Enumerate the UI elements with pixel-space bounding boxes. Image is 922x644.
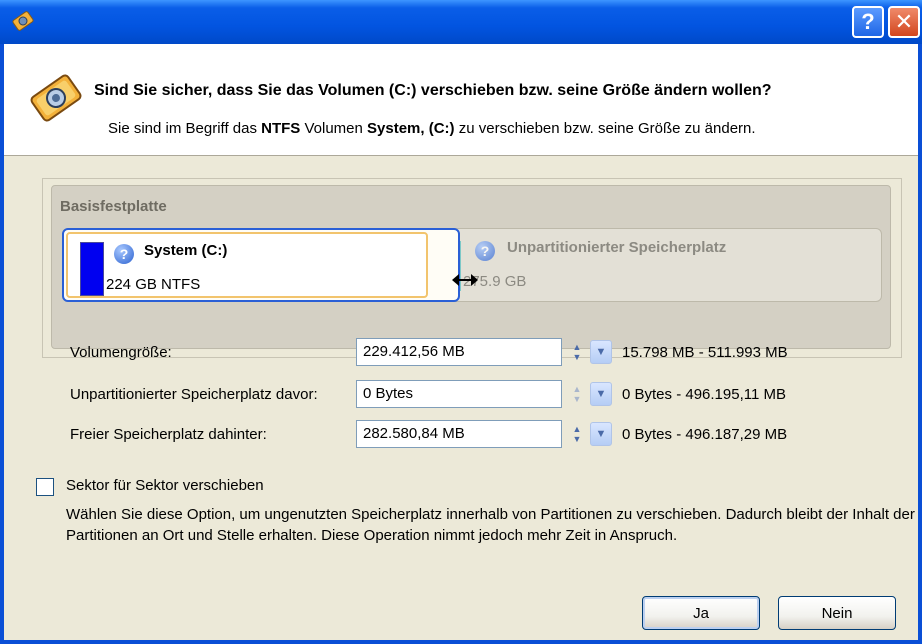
space-before-input[interactable]: 0 Bytes	[356, 380, 562, 408]
field-volume-size: Volumengröße: 229.412,56 MB ▲ ▼ ▼ 15.798 …	[70, 338, 890, 368]
field-label: Freier Speicherplatz dahinter:	[70, 426, 267, 443]
system-usage-bar	[80, 242, 104, 296]
chevron-down-icon[interactable]: ▼	[590, 422, 612, 446]
basic-disk-group: Basisfestplatte ? Unpartitionierter Spei…	[51, 185, 891, 349]
no-button[interactable]: Nein	[778, 596, 896, 630]
dialog-client: Sind Sie sicher, dass Sie das Volumen (C…	[4, 44, 918, 640]
chevron-down-icon[interactable]: ▼	[590, 340, 612, 364]
subtitle-fs: NTFS	[261, 120, 301, 137]
disk-map-panel: Basisfestplatte ? Unpartitionierter Spei…	[42, 178, 902, 358]
dialog-title: Sind Sie sicher, dass Sie das Volumen (C…	[94, 82, 772, 99]
field-range: 0 Bytes - 496.187,29 MB	[622, 426, 788, 443]
spin-updown-icon[interactable]: ▲ ▼	[566, 338, 588, 366]
sector-by-sector-description: Wählen Sie diese Option, um ungenutzten …	[66, 506, 915, 544]
title-bar[interactable]: ? ✕	[0, 0, 922, 44]
app-gear-icon	[12, 11, 34, 31]
field-label: Volumengröße:	[70, 344, 172, 361]
field-space-after: Freier Speicherplatz dahinter: 282.580,8…	[70, 420, 890, 450]
field-range: 0 Bytes - 496.195,11 MB	[622, 386, 786, 403]
disk-drive-icon	[30, 74, 82, 122]
partition-unpartitioned[interactable]: ? Unpartitionierter Speicherplatz 275.9 …	[434, 228, 882, 302]
spin-updown-icon[interactable]: ▲ ▼	[566, 380, 588, 408]
partition-system-inner: ? System (C:) 224 GB NTFS	[66, 232, 428, 298]
space-after-input[interactable]: 282.580,84 MB	[356, 420, 562, 448]
sector-by-sector-checkbox[interactable]	[36, 478, 54, 496]
partition-system[interactable]: ? System (C:) 224 GB NTFS	[62, 228, 460, 302]
subtitle-suffix: zu verschieben bzw. seine Größe zu änder…	[454, 120, 756, 137]
unpartitioned-name: Unpartitionierter Speicherplatz	[507, 239, 727, 256]
dialog-window: ? ✕ Sind Sie sicher, dass Sie das Volume…	[0, 0, 922, 644]
system-name: System (C:)	[144, 242, 228, 259]
dialog-header: Sind Sie sicher, dass Sie das Volumen (C…	[4, 44, 918, 156]
subtitle-volume: System, (C:)	[367, 120, 455, 137]
dialog-subtitle: Sie sind im Begriff das NTFS Volumen Sys…	[108, 120, 756, 137]
yes-button[interactable]: Ja	[642, 596, 760, 630]
field-label: Unpartitionierter Speicherplatz davor:	[70, 386, 318, 403]
spin-updown-icon[interactable]: ▲ ▼	[566, 420, 588, 448]
field-range: 15.798 MB - 511.993 MB	[622, 344, 788, 361]
field-space-before: Unpartitionierter Speicherplatz davor: 0…	[70, 380, 890, 410]
subtitle-mid: Volumen	[300, 120, 368, 137]
sector-by-sector-label[interactable]: Sektor für Sektor verschieben	[66, 477, 264, 494]
disk-label: Basisfestplatte	[60, 198, 167, 215]
system-size: 224 GB NTFS	[106, 276, 201, 293]
close-button[interactable]: ✕	[888, 6, 920, 38]
subtitle-prefix: Sie sind im Begriff das	[108, 120, 262, 137]
chevron-down-icon[interactable]: ▼	[590, 382, 612, 406]
help-circle-icon: ?	[475, 241, 495, 261]
volume-size-input[interactable]: 229.412,56 MB	[356, 338, 562, 366]
help-circle-icon: ?	[114, 244, 134, 264]
help-button[interactable]: ?	[852, 6, 884, 38]
resize-handle-icon[interactable]	[450, 270, 480, 290]
